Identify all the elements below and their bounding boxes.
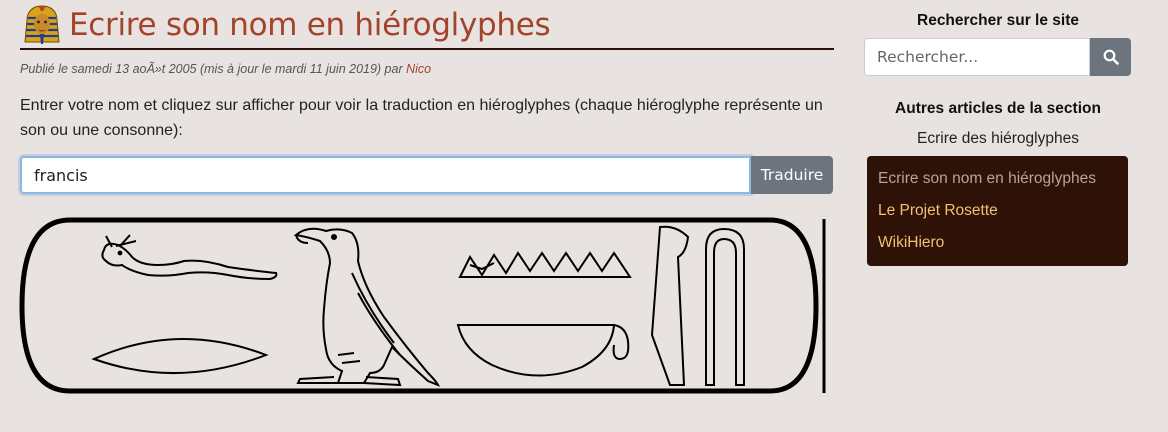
author-link[interactable]: Nico	[406, 62, 431, 76]
folded-cloth-glyph	[650, 225, 690, 386]
vulture-glyph	[293, 227, 441, 387]
reed-leaf-glyph	[705, 227, 745, 386]
main-content: Ecrire son nom en hiéroglyphes Publié le…	[20, 0, 834, 194]
meta-text: Publié le samedi 13 aoÃ»t 2005 (mis à jo…	[20, 62, 407, 76]
article-item-wikihiero[interactable]: WikiHiero	[867, 228, 1128, 260]
cartouche-outline	[19, 217, 819, 394]
page-title: Ecrire son nom en hiéroglyphes	[69, 7, 551, 43]
search-icon	[1103, 49, 1119, 65]
article-item-projet-rosette[interactable]: Le Projet Rosette	[867, 196, 1128, 228]
hieroglyph-cartouche	[19, 217, 826, 394]
translate-button[interactable]: Traduire	[751, 156, 833, 194]
article-item-current: Ecrire son nom en hiéroglyphes	[878, 170, 1096, 187]
sidebar: Rechercher sur le site Autres articles d…	[864, 0, 1132, 282]
section-name: Ecrire des hiéroglyphes	[917, 130, 1079, 147]
search-button[interactable]	[1090, 38, 1131, 76]
title-row: Ecrire son nom en hiéroglyphes	[20, 2, 834, 50]
mouth-glyph	[91, 338, 269, 374]
name-input[interactable]	[20, 156, 751, 194]
article-meta: Publié le samedi 13 aoÃ»t 2005 (mis à jo…	[20, 62, 834, 76]
intro-text: Entrer votre nom et cliquez sur afficher…	[20, 97, 823, 139]
water-glyph	[458, 251, 632, 278]
horned-viper-glyph	[101, 234, 278, 281]
name-form: Traduire	[20, 156, 834, 194]
article-list: Ecrire son nom en hiéroglyphes Le Projet…	[867, 156, 1128, 266]
search-input[interactable]	[864, 38, 1090, 76]
section-heading: Autres articles de la section	[895, 100, 1101, 117]
basket-glyph	[456, 324, 630, 377]
search-form	[864, 38, 1132, 76]
pharaoh-mask-icon	[24, 5, 60, 44]
search-heading: Rechercher sur le site	[917, 12, 1079, 29]
